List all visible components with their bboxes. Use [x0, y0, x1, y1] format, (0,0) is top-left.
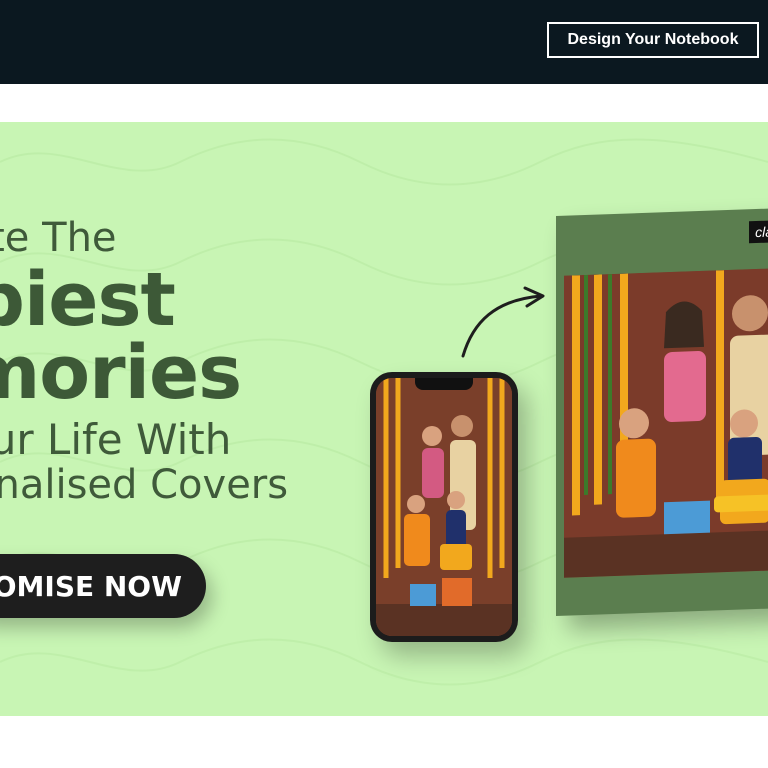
- phone-notch: [415, 378, 473, 390]
- design-notebook-button[interactable]: Design Your Notebook: [547, 22, 759, 58]
- notebook-cover-photo: [564, 267, 768, 578]
- headline-line-3: emories: [0, 329, 242, 416]
- family-photo-image: [376, 378, 512, 636]
- phone-mockup: [370, 372, 518, 642]
- notebook-brand-tag: clas: [749, 219, 768, 244]
- curved-arrow-icon: [461, 286, 545, 358]
- promo-banner[interactable]: eate The ppiest emories our Life With on…: [0, 122, 768, 716]
- headline-line-2: ppiest: [0, 257, 176, 343]
- customise-now-button[interactable]: OMISE NOW: [0, 554, 206, 618]
- notebook-mockup: clas: [556, 207, 768, 617]
- phone-screen-photo: [376, 378, 512, 636]
- family-photo-image: [564, 267, 768, 578]
- headline-line-5: onalised Covers: [0, 462, 289, 509]
- headline-line-4: our Life With: [0, 415, 232, 465]
- top-nav-bar: Design Your Notebook: [0, 0, 768, 84]
- headline-line-1: eate The: [0, 215, 117, 261]
- banner-headline: eate The ppiest emories our Life With on…: [0, 218, 288, 505]
